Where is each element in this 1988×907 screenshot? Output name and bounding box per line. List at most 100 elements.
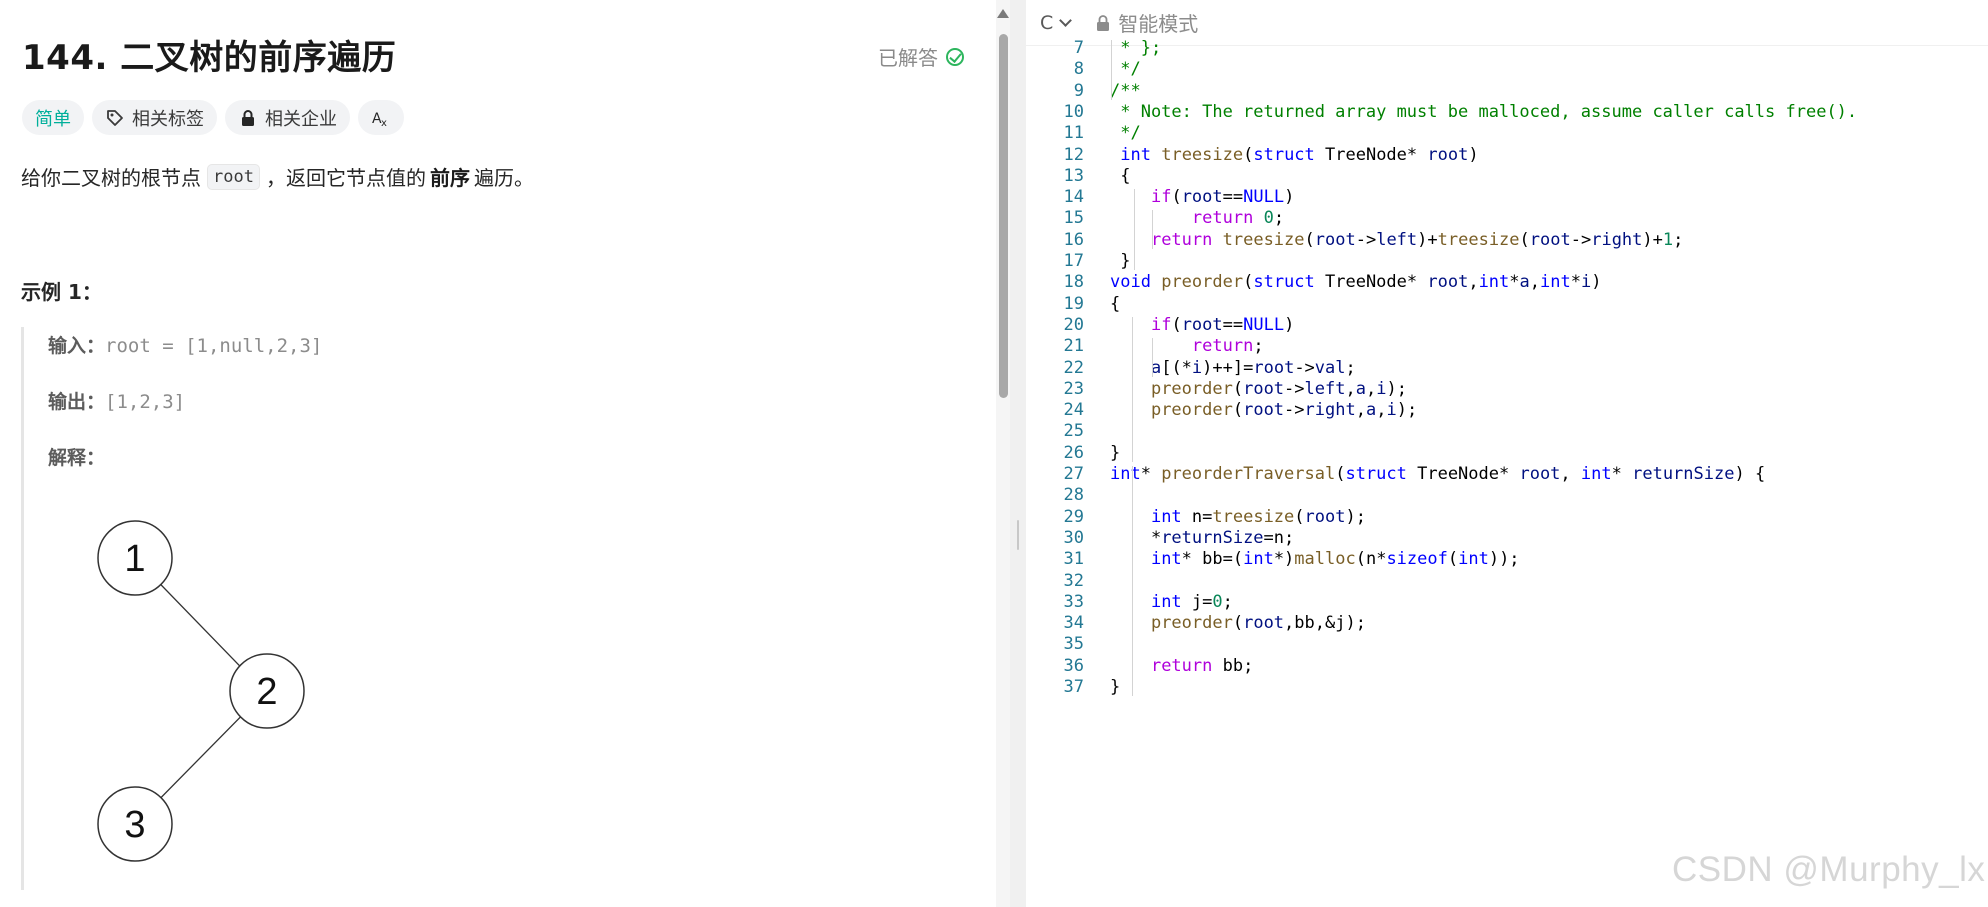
indent-guide [1134,189,1135,271]
check-circle-icon [946,47,964,66]
input-value: root = [1,null,2,3] [105,335,323,357]
tree-node-label: 1 [124,538,145,580]
left-scrollbar-thumb[interactable] [999,34,1008,398]
output-value: [1,2,3] [105,391,186,413]
line-number: 20 [1063,314,1084,335]
companies-tag-label: 相关企业 [265,108,337,130]
example-input: 输入：root = [1,null,2,3] [48,331,322,358]
watermark: CSDN @Murphy_lx [1672,850,1986,889]
input-label: 输入： [48,335,106,357]
code-line[interactable]: } [1110,677,1120,697]
line-number: 35 [1063,634,1084,655]
smart-mode-toggle[interactable]: 智能模式 [1096,8,1198,37]
tree-node-label: 3 [124,804,145,846]
code-line[interactable]: int j=0; [1110,592,1233,612]
line-number: 7 [1073,38,1084,58]
chevron-down-icon [1059,13,1073,27]
language-select[interactable]: C [1040,12,1073,34]
output-label: 输出： [48,391,106,413]
tag-icon [107,109,123,126]
problem-description: 给你二叉树的根节点 root ，返回它节点值的 前序 遍历。 [21,162,534,191]
line-number: 22 [1063,357,1084,378]
mode-label: 智能模式 [1118,12,1199,36]
code-line[interactable]: */ [1110,59,1140,79]
line-number: 12 [1063,144,1084,165]
code-line[interactable]: { [1110,166,1130,186]
lock-icon [1097,14,1110,31]
line-number: 8 [1073,59,1084,80]
translate-icon: Ax [372,111,387,128]
line-number: 15 [1063,208,1084,229]
code-line[interactable]: return treesize(root->left)+treesize(roo… [1110,230,1683,250]
code-line[interactable]: int* bb=(int*)malloc(n*sizeof(int)); [1110,549,1520,569]
line-number: 23 [1063,378,1084,399]
line-number: 17 [1063,251,1084,271]
explanation-label: 解释： [48,447,106,469]
line-number: 10 [1063,101,1084,122]
editor-toolbar: C 智能模式 [1026,0,1988,46]
solved-status: 已解答 [878,42,964,71]
line-number: 9 [1073,80,1084,101]
code-line[interactable]: } [1110,443,1120,463]
line-number: 19 [1063,293,1084,314]
translate-button[interactable]: Ax [358,100,404,135]
code-line[interactable]: *returnSize=n; [1110,528,1294,548]
desc-bold: 前序 [429,166,470,190]
indent-guide [1111,40,1112,100]
resize-grip-icon[interactable] [1017,520,1019,550]
example-blockquote-bar [21,327,24,890]
indent-guide [1152,210,1153,249]
code-line[interactable]: * }; [1110,38,1161,58]
code-line[interactable]: return; [1110,336,1264,356]
example-title: 示例 1： [21,280,102,304]
line-number: 11 [1063,123,1084,144]
line-number: 28 [1063,485,1084,506]
example-explanation: 解释： [48,443,105,470]
scroll-up-arrow-icon[interactable] [997,9,1009,18]
line-number: 13 [1063,165,1084,186]
line-number: 16 [1063,229,1084,250]
problem-title: 144. 二叉树的前序遍历 [22,38,397,78]
line-number: 24 [1063,400,1084,421]
line-number: 18 [1063,272,1084,293]
line-number: 14 [1063,187,1084,208]
line-number: 25 [1063,421,1084,442]
code-line[interactable]: { [1110,294,1120,314]
line-number: 36 [1063,655,1084,676]
code-line[interactable]: return 0; [1110,208,1284,228]
code-line[interactable]: if(root==NULL) [1110,187,1294,207]
desc-text-1: 给你二叉树的根节点 [21,166,201,190]
solved-label: 已解答 [878,46,938,70]
line-number: 27 [1063,464,1084,484]
line-number: 37 [1063,677,1084,697]
code-line[interactable]: a[(*i)++]=root->val; [1110,358,1356,378]
code-line[interactable]: /** [1110,81,1141,101]
desc-text-3: 遍历。 [473,166,534,190]
code-line[interactable]: int n=treesize(root); [1110,507,1366,527]
code-line[interactable]: */ [1110,123,1140,143]
difficulty-badge[interactable]: 简单 [22,100,84,135]
code-line[interactable]: * Note: The returned array must be mallo… [1110,102,1857,122]
topics-tag-label: 相关标签 [132,108,204,130]
code-line[interactable]: preorder(root,bb,&j); [1110,613,1366,633]
code-line[interactable]: int* preorderTraversal(struct TreeNode* … [1110,464,1765,484]
topics-tag-button[interactable]: 相关标签 [92,100,217,135]
code-line[interactable]: } [1110,251,1130,271]
line-number: 34 [1063,613,1084,634]
inline-code-root: root [207,163,260,190]
line-number: 32 [1063,570,1084,591]
code-line[interactable]: preorder(root->left,a,i); [1110,379,1407,399]
example-output: 输出：[1,2,3] [48,387,185,414]
line-number: 31 [1063,549,1084,570]
companies-tag-button[interactable]: 相关企业 [225,100,350,135]
code-line[interactable]: preorder(root->right,a,i); [1110,400,1417,420]
code-line[interactable]: void preorder(struct TreeNode* root,int*… [1110,272,1602,292]
problem-panel: 144. 二叉树的前序遍历 已解答 简单 相关标签 相关企业 Ax 给你二叉树的… [0,0,996,907]
indent-guide [1152,338,1153,377]
code-line[interactable]: if(root==NULL) [1110,315,1294,335]
lock-icon [242,109,254,126]
code-line[interactable]: int treesize(struct TreeNode* root) [1110,145,1478,165]
problem-tags: 简单 相关标签 相关企业 Ax [22,100,404,135]
line-number: 33 [1063,591,1084,612]
panel-resize-divider[interactable] [1010,0,1026,907]
